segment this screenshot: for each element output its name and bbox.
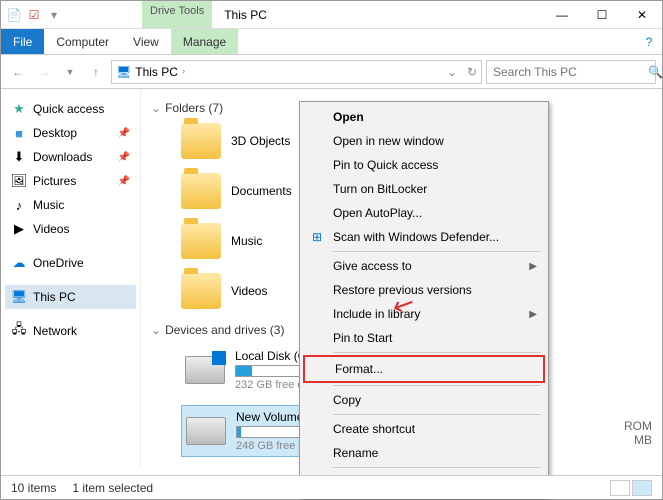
up-button[interactable]: ↑ xyxy=(85,61,107,83)
nav-desktop[interactable]: ■Desktop📌 xyxy=(5,121,136,145)
maximize-button[interactable]: ☐ xyxy=(582,1,622,29)
pin-icon: 📌 xyxy=(118,152,130,163)
music-icon: ♪ xyxy=(11,197,27,213)
pc-icon: 🖥 xyxy=(116,65,131,79)
ctx-copy[interactable]: Copy xyxy=(303,388,545,412)
network-icon: 🖧 xyxy=(11,323,27,339)
cloud-icon: ☁ xyxy=(11,255,27,271)
status-item-count: 10 items xyxy=(11,481,56,495)
submenu-arrow-icon: ▶ xyxy=(529,261,537,272)
ctx-autoplay[interactable]: Open AutoPlay... xyxy=(303,201,545,225)
details-view-button[interactable] xyxy=(610,480,630,496)
pc-icon: 🖥 xyxy=(11,289,27,305)
qat-icon[interactable]: 📄 xyxy=(5,6,23,24)
separator xyxy=(333,414,541,415)
quick-access-toolbar: 📄 ☑ ▾ xyxy=(1,6,67,24)
nav-music[interactable]: ♪Music xyxy=(5,193,136,217)
pin-icon: 📌 xyxy=(118,128,130,139)
back-button[interactable]: ← xyxy=(7,61,29,83)
title-bar: 📄 ☑ ▾ Drive Tools This PC — ☐ ✕ xyxy=(1,1,662,29)
shield-icon: ⊞ xyxy=(309,229,325,245)
downloads-icon: ⬇ xyxy=(11,149,27,165)
manage-tab[interactable]: Manage xyxy=(171,29,238,54)
status-selected-count: 1 item selected xyxy=(72,481,153,495)
folder-icon xyxy=(181,223,221,259)
chevron-right-icon[interactable]: › xyxy=(182,66,185,77)
folder-icon xyxy=(181,173,221,209)
qat-properties[interactable]: ☑ xyxy=(25,6,43,24)
nav-network[interactable]: 🖧Network xyxy=(5,319,136,343)
refresh-icon[interactable]: ↻ xyxy=(467,65,477,79)
address-bar[interactable]: 🖥 This PC › ⌄ ↻ xyxy=(111,60,482,84)
pictures-icon: 🖼 xyxy=(11,173,27,189)
ctx-include-library[interactable]: Include in library▶ xyxy=(303,302,545,326)
separator xyxy=(333,251,541,252)
ctx-rename[interactable]: Rename xyxy=(303,441,545,465)
help-icon[interactable]: ? xyxy=(636,29,662,54)
drive-icon xyxy=(186,417,226,445)
recent-dropdown[interactable]: ▼ xyxy=(59,61,81,83)
forward-button[interactable]: → xyxy=(33,61,55,83)
nav-downloads[interactable]: ⬇Downloads📌 xyxy=(5,145,136,169)
status-bar: 10 items 1 item selected xyxy=(1,475,662,499)
search-box[interactable]: 🔍 xyxy=(486,60,656,84)
search-input[interactable] xyxy=(493,65,648,79)
address-location[interactable]: This PC xyxy=(135,65,178,79)
address-dropdown-icon[interactable]: ⌄ xyxy=(447,65,457,79)
ctx-pin-start[interactable]: Pin to Start xyxy=(303,326,545,350)
chevron-down-icon: ⌄ xyxy=(151,323,161,337)
drive-tools-contextual-tab[interactable]: Drive Tools xyxy=(142,1,212,28)
videos-icon: ▶ xyxy=(11,221,27,237)
submenu-arrow-icon: ▶ xyxy=(529,309,537,320)
ctx-restore-versions[interactable]: Restore previous versions xyxy=(303,278,545,302)
nav-pictures[interactable]: 🖼Pictures📌 xyxy=(5,169,136,193)
folder-icon xyxy=(181,123,221,159)
ctx-open-new-window[interactable]: Open in new window xyxy=(303,129,545,153)
ctx-open[interactable]: Open xyxy=(303,105,545,129)
ctx-give-access[interactable]: Give access to▶ xyxy=(303,254,545,278)
folder-icon xyxy=(181,273,221,309)
nav-this-pc[interactable]: 🖥This PC xyxy=(5,285,136,309)
ctx-pin-quick-access[interactable]: Pin to Quick access xyxy=(303,153,545,177)
ribbon-tabs: File Computer View Manage ? xyxy=(1,29,662,55)
separator xyxy=(333,385,541,386)
icons-view-button[interactable] xyxy=(632,480,652,496)
ctx-bitlocker[interactable]: Turn on BitLocker xyxy=(303,177,545,201)
context-menu: Open Open in new window Pin to Quick acc… xyxy=(299,101,549,498)
window-title: This PC xyxy=(224,8,267,22)
chevron-down-icon: ⌄ xyxy=(151,101,161,115)
drive-rom-partial: ROMMB xyxy=(624,419,652,447)
minimize-button[interactable]: — xyxy=(542,1,582,29)
nav-onedrive[interactable]: ☁OneDrive xyxy=(5,251,136,275)
view-tab[interactable]: View xyxy=(121,29,171,54)
drive-icon xyxy=(185,356,225,384)
navigation-bar: ← → ▼ ↑ 🖥 This PC › ⌄ ↻ 🔍 xyxy=(1,55,662,89)
ctx-format[interactable]: Format... xyxy=(303,355,545,383)
star-icon: ★ xyxy=(11,101,27,117)
qat-dropdown[interactable]: ▾ xyxy=(45,6,63,24)
separator xyxy=(333,467,541,468)
navigation-pane: ★Quick access ■Desktop📌 ⬇Downloads📌 🖼Pic… xyxy=(1,89,141,469)
close-button[interactable]: ✕ xyxy=(622,1,662,29)
separator xyxy=(333,352,541,353)
nav-videos[interactable]: ▶Videos xyxy=(5,217,136,241)
desktop-icon: ■ xyxy=(11,125,27,141)
ctx-create-shortcut[interactable]: Create shortcut xyxy=(303,417,545,441)
search-icon[interactable]: 🔍 xyxy=(648,65,663,79)
ctx-scan-defender[interactable]: ⊞Scan with Windows Defender... xyxy=(303,225,545,249)
computer-tab[interactable]: Computer xyxy=(44,29,121,54)
pin-icon: 📌 xyxy=(118,176,130,187)
file-tab[interactable]: File xyxy=(1,29,44,54)
nav-quick-access[interactable]: ★Quick access xyxy=(5,97,136,121)
